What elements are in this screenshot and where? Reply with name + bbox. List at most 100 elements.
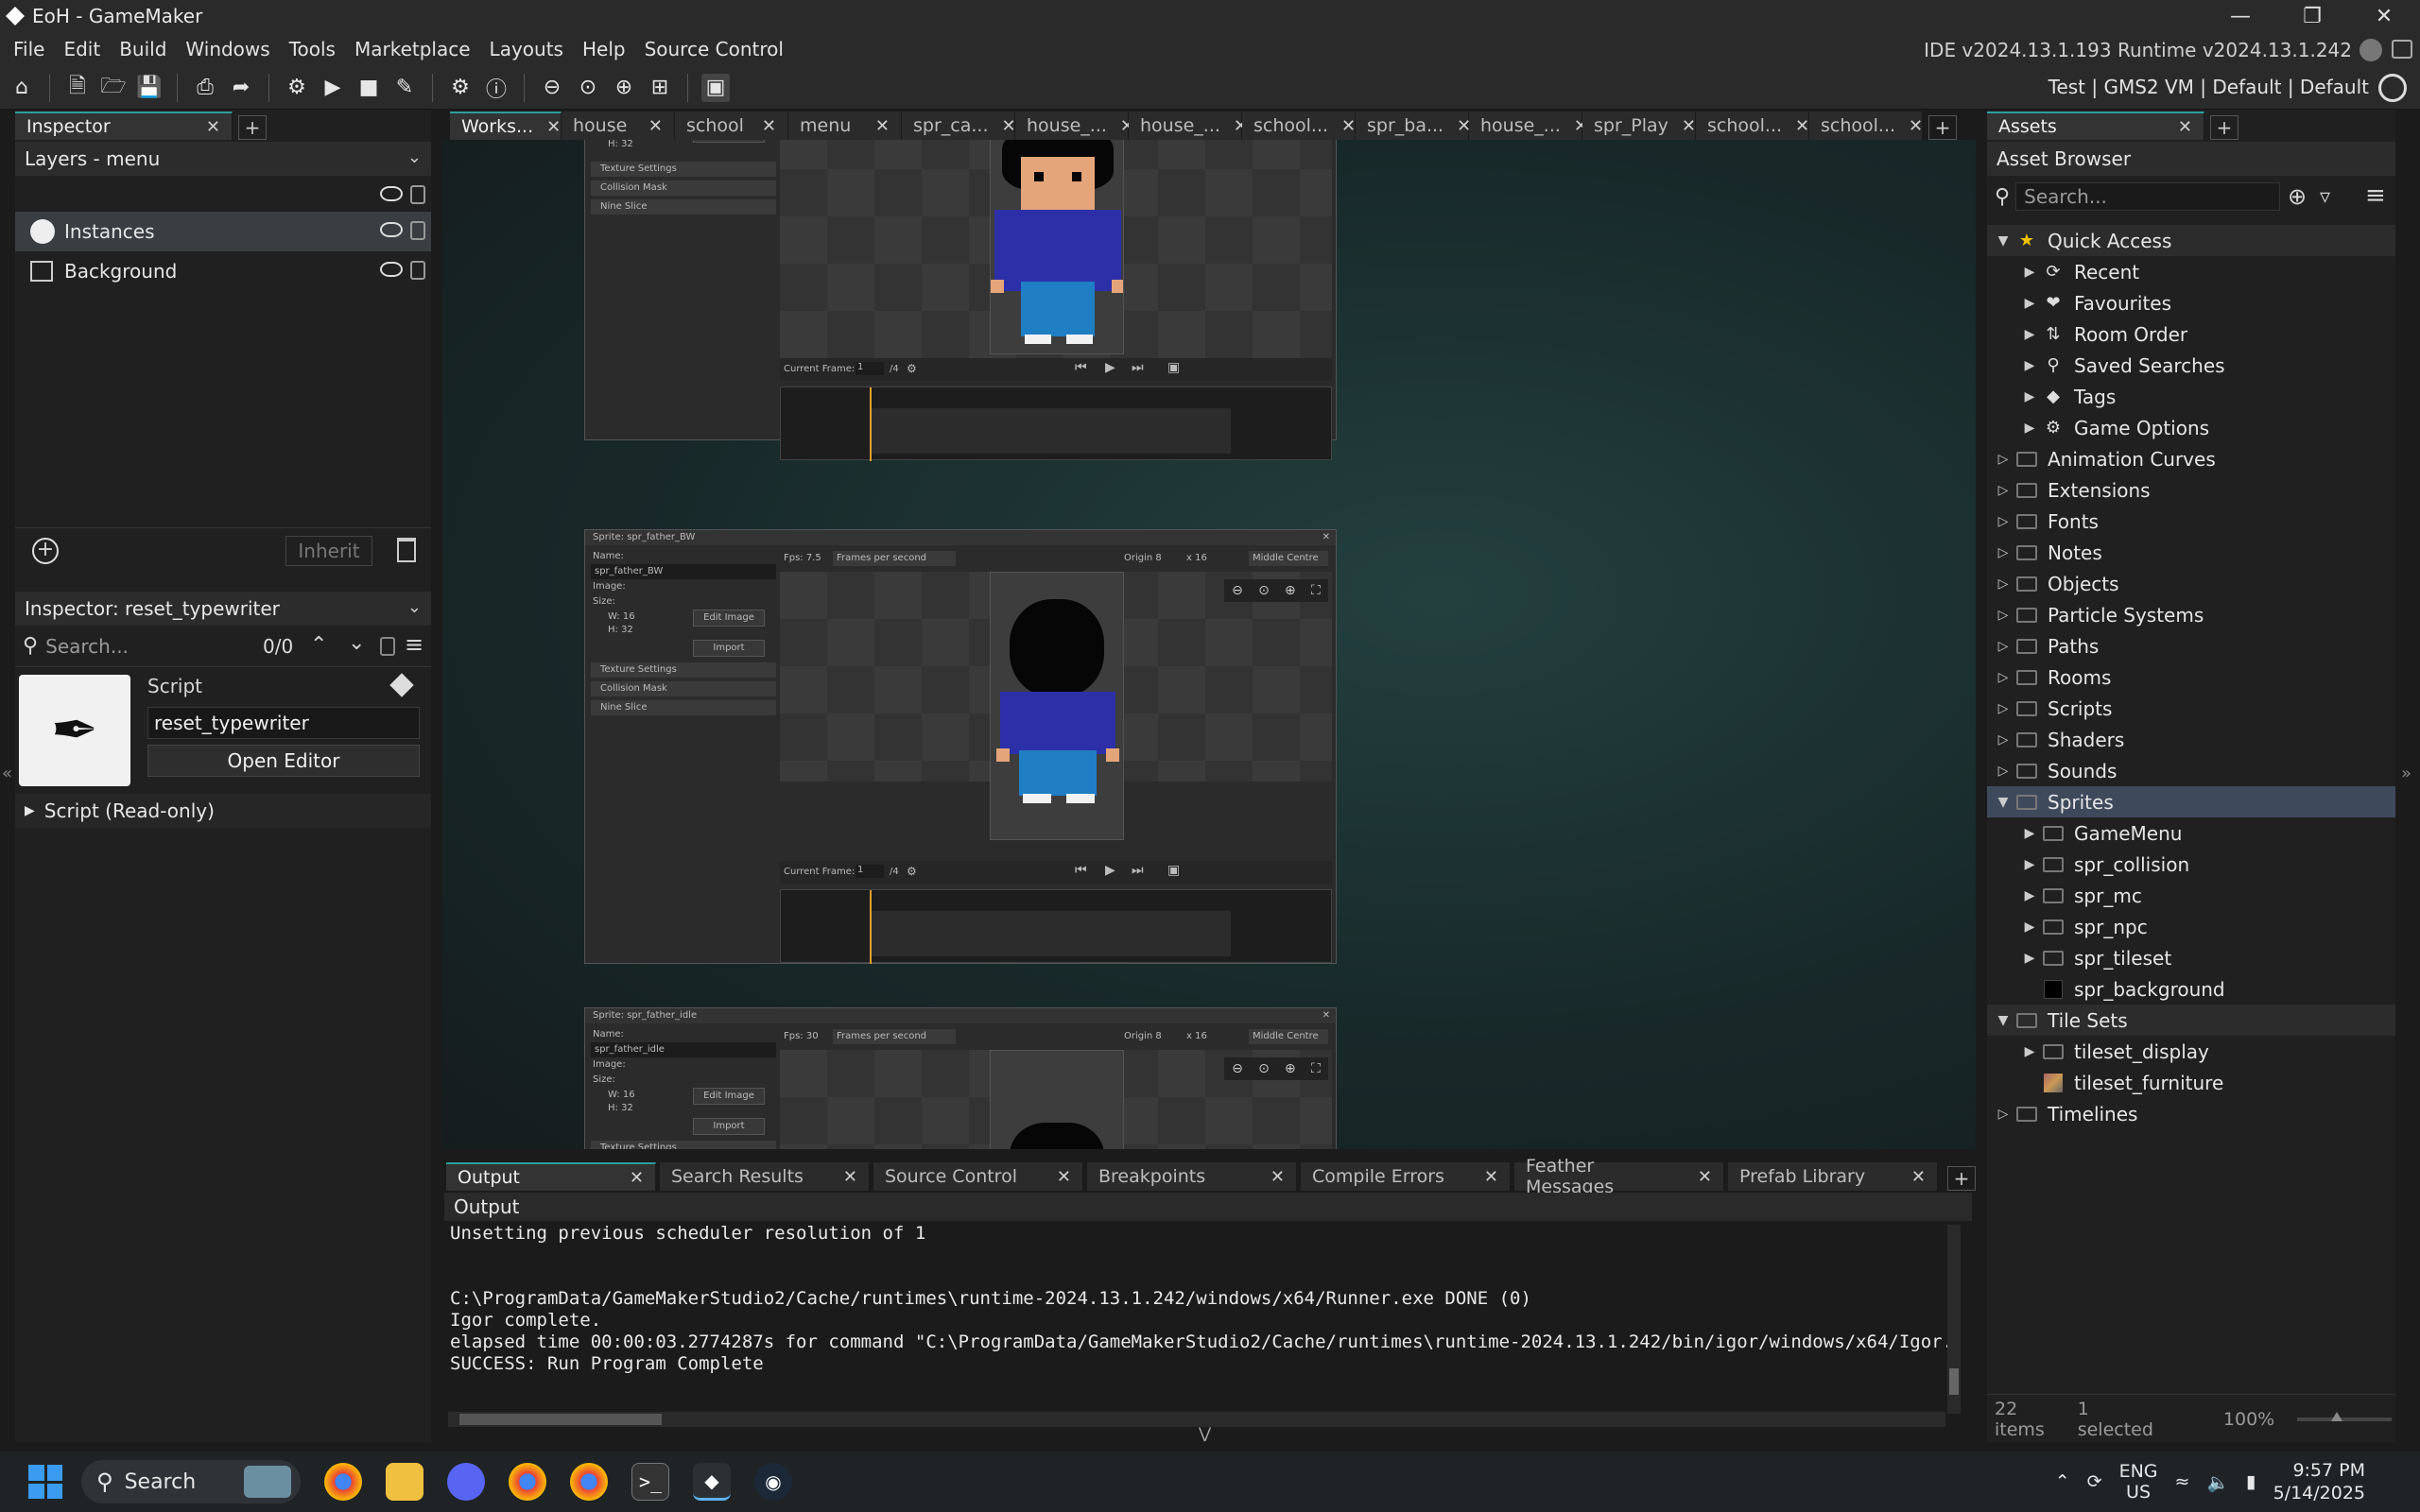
add-tab-button[interactable]: + [2210, 115, 2238, 140]
collapsed-triangle-icon[interactable]: ▶ [2021, 421, 2038, 436]
asset-tree-item[interactable]: ▶ spr_mc [1987, 880, 2395, 911]
lock-icon[interactable] [410, 261, 425, 280]
inherit-button[interactable]: Inherit [285, 536, 372, 566]
tag-icon[interactable] [389, 673, 414, 697]
current-frame-field[interactable]: 1 [856, 865, 884, 878]
collapse-right-icon[interactable]: » [2401, 764, 2411, 783]
workspace-tab[interactable]: school ✕ [675, 112, 788, 140]
import-button[interactable]: Import [693, 140, 765, 143]
asset-tree-item[interactable]: spr_background [1987, 973, 2395, 1005]
menu-tools[interactable]: Tools [280, 38, 345, 60]
asset-tree-item[interactable]: ▷ Objects [1987, 568, 2395, 599]
layer-item-background[interactable]: Background [15, 251, 431, 291]
menu-icon[interactable]: ≡ [2365, 181, 2386, 210]
discord-icon[interactable] [447, 1463, 485, 1501]
collapsed-triangle-icon[interactable]: ▷ [1995, 452, 2012, 467]
language-indicator[interactable]: ENG US [2119, 1461, 2158, 1503]
accordion-section[interactable]: Collision Mask [591, 681, 776, 696]
asset-tree-item[interactable]: ▷ Particle Systems [1987, 599, 2395, 630]
terminal-icon[interactable]: >_ [631, 1463, 669, 1501]
tab-inspector[interactable]: Inspector ✕ [15, 112, 233, 140]
close-icon[interactable]: ✕ [1909, 116, 1923, 136]
export-icon[interactable]: ➦ [227, 74, 255, 102]
new-file-icon[interactable]: 🗎 [63, 74, 92, 102]
slider-handle[interactable] [2331, 1412, 2343, 1421]
script-name-field[interactable]: reset_typewriter [147, 707, 420, 739]
workspace-tab[interactable]: school... ✕ [1809, 112, 1923, 140]
workspace-tab[interactable]: Works... ✕ [450, 112, 562, 140]
zoom-in-icon[interactable]: ⊕ [610, 74, 638, 102]
close-icon[interactable]: ✕ [1341, 116, 1356, 136]
eye-icon[interactable] [380, 262, 403, 277]
taskbar-search[interactable]: ⚲ Search [81, 1460, 301, 1503]
asset-tree-item[interactable]: ▶ ⚙ Game Options [1987, 412, 2395, 443]
collapsed-triangle-icon[interactable]: ▷ [1995, 639, 2012, 654]
collapsed-triangle-icon[interactable]: ▷ [1995, 576, 2012, 592]
fps-field[interactable]: Fps: 30 [784, 1031, 819, 1041]
workspace-tab[interactable]: spr_Play ✕ [1582, 112, 1696, 140]
chrome-icon[interactable] [324, 1463, 362, 1501]
lock-icon[interactable] [410, 185, 425, 204]
zoom-reset-icon[interactable]: ⊙ [1258, 583, 1270, 598]
menu-icon[interactable]: ≡ [405, 631, 424, 658]
fps-field[interactable]: Fps: 7.5 [784, 553, 821, 563]
workspace-tab[interactable]: house_... ✕ [1129, 112, 1248, 140]
expanded-triangle-icon[interactable]: ▼ [1995, 1013, 2012, 1028]
asset-tree-item[interactable]: ▶ spr_collision [1987, 849, 2395, 880]
workspace-canvas[interactable]: W: 16 H: 32 Import Texture Settings Collisio… [442, 140, 1976, 1149]
gamemaker-taskbar-icon[interactable]: ◆ [693, 1463, 731, 1501]
save-icon[interactable]: 💾 [135, 74, 164, 102]
menu-marketplace[interactable]: Marketplace [345, 38, 480, 60]
windows-start-icon[interactable] [28, 1465, 62, 1499]
menu-file[interactable]: File [4, 38, 54, 60]
close-icon[interactable]: ✕ [1322, 1008, 1330, 1023]
skip-back-icon[interactable]: ⏮ [1075, 863, 1087, 878]
collapsed-triangle-icon[interactable]: ▶ [2021, 327, 2038, 342]
chevron-down-icon[interactable]: ⌄ [407, 597, 422, 617]
workspace-view-icon[interactable]: ▣ [701, 73, 730, 102]
collapsed-triangle-icon[interactable]: ▷ [1995, 483, 2012, 498]
chrome-profile-2-icon[interactable] [570, 1463, 608, 1501]
fullscreen-icon[interactable]: ⛶ [1311, 1061, 1321, 1076]
frame-cells[interactable] [872, 408, 1231, 454]
asset-tree-item[interactable]: ▷ Sounds [1987, 755, 2395, 786]
inspector-search-input[interactable]: Search... [45, 635, 129, 658]
workspace-tab[interactable]: house_... ✕ [1469, 112, 1588, 140]
close-icon[interactable]: ✕ [843, 1167, 857, 1187]
collapsed-triangle-icon[interactable]: ▶ [2021, 358, 2038, 373]
workspace-tab[interactable]: house ✕ [562, 112, 675, 140]
accordion-section[interactable]: Texture Settings [591, 1141, 776, 1149]
target-icon[interactable] [2378, 74, 2407, 102]
origin-mode-select[interactable]: Middle Centre [1249, 1029, 1328, 1044]
output-tab[interactable]: Prefab Library ✕ [1728, 1162, 1938, 1191]
output-tab[interactable]: Feather Messages ✕ [1514, 1156, 1724, 1197]
close-icon[interactable]: ✕ [648, 116, 663, 136]
filter-icon[interactable]: ▿ [2320, 185, 2330, 209]
asset-tree-item[interactable]: tileset_furniture [1987, 1067, 2395, 1098]
output-tab[interactable]: Output ✕ [446, 1162, 656, 1191]
steam-icon[interactable]: ◉ [754, 1463, 792, 1501]
vertical-scrollbar[interactable] [1947, 1225, 1961, 1414]
asset-tree-item[interactable]: ▶ GameMenu [1987, 817, 2395, 849]
workspace-tab[interactable]: menu ✕ [788, 112, 902, 140]
asset-tree-item[interactable]: ▼ Tile Sets [1987, 1005, 2395, 1036]
clean-icon[interactable]: ✎ [390, 74, 419, 102]
trash-icon[interactable] [397, 538, 416, 562]
asset-tree-item[interactable]: ▶ spr_npc [1987, 911, 2395, 942]
zoom-reset-icon[interactable]: ⊙ [1258, 1061, 1270, 1076]
collapsed-triangle-icon[interactable]: ▷ [1995, 545, 2012, 560]
volume-icon[interactable]: 🔈 [2206, 1471, 2229, 1493]
close-icon[interactable]: ✕ [875, 116, 890, 136]
sprite-frame[interactable] [990, 140, 1124, 354]
output-tab[interactable]: Compile Errors ✕ [1301, 1162, 1511, 1191]
sprite-editor-title[interactable]: Sprite: spr_father_BW ✕ [585, 530, 1336, 545]
close-icon[interactable]: ✕ [1682, 116, 1696, 136]
close-icon[interactable]: ✕ [630, 1168, 644, 1188]
zoom-in-icon[interactable]: ⊕ [1285, 583, 1296, 598]
scrollbar-thumb[interactable] [1949, 1368, 1959, 1395]
settings-icon[interactable]: ⚙ [907, 362, 917, 375]
origin-y[interactable]: x 16 [1186, 553, 1207, 563]
collapsed-triangle-icon[interactable]: ▶ [2021, 888, 2038, 903]
skip-forward-icon[interactable]: ⏭ [1132, 863, 1144, 878]
chevron-down-icon[interactable]: ⌄ [348, 631, 365, 655]
